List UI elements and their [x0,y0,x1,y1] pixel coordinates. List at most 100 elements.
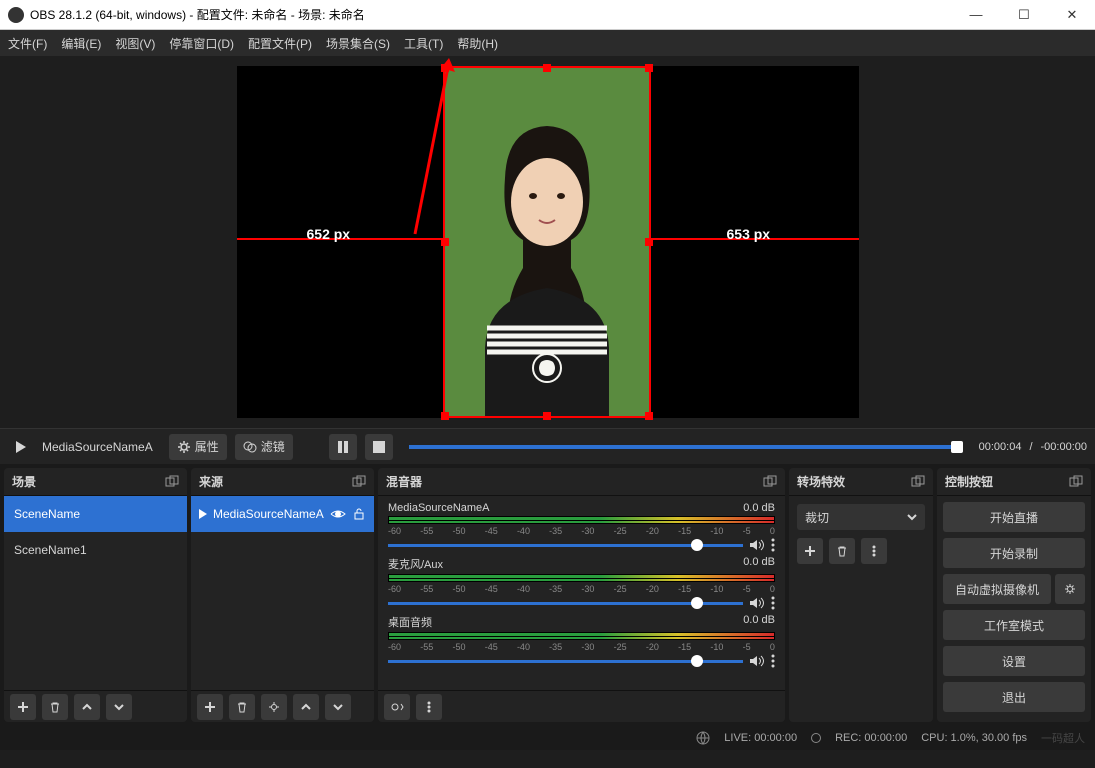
mixer-channel-db: 0.0 dB [743,556,775,572]
media-source-name: MediaSourceNameA [42,440,153,454]
dots-vertical-icon [427,701,431,713]
volume-slider[interactable] [388,602,743,605]
pause-icon [337,441,349,453]
visibility-icon[interactable] [330,506,346,522]
add-transition-button[interactable] [797,538,823,564]
scene-up-button[interactable] [74,694,100,720]
gear-menu-icon [390,701,404,713]
virtual-camera-button[interactable]: 自动虚拟摄像机 [943,574,1051,604]
window-title: OBS 28.1.2 (64-bit, windows) - 配置文件: 未命名… [30,6,961,23]
plus-icon [804,545,816,557]
mixer-menu-button[interactable] [416,694,442,720]
menu-scenes[interactable]: 场景集合(S) [326,35,390,52]
source-up-button[interactable] [293,694,319,720]
source-down-button[interactable] [325,694,351,720]
channel-menu-button[interactable] [771,654,775,668]
channel-menu-button[interactable] [771,538,775,552]
left-dimension-label: 652 px [307,226,351,242]
add-source-button[interactable] [197,694,223,720]
studio-mode-button[interactable]: 工作室模式 [943,610,1085,640]
volume-slider[interactable] [388,544,743,547]
status-rec: REC: 00:00:00 [835,732,907,744]
mixer-channel-db: 0.0 dB [743,502,775,514]
source-properties-button[interactable] [261,694,287,720]
vu-ticks: -60-55-50-45-40-35-30-25-20-15-10-50 [388,642,775,652]
start-streaming-button[interactable]: 开始直播 [943,502,1085,532]
dots-vertical-icon [872,545,876,557]
scene-item[interactable]: SceneName1 [4,532,187,568]
trash-icon [836,545,848,557]
source-item[interactable]: MediaSourceNameA [191,496,374,532]
filters-button[interactable]: 滤镜 [235,434,293,460]
media-source-icon [199,509,207,519]
exit-button[interactable]: 退出 [943,682,1085,712]
start-recording-button[interactable]: 开始录制 [943,538,1085,568]
virtual-camera-settings-button[interactable] [1055,574,1085,604]
settings-button[interactable]: 设置 [943,646,1085,676]
plus-icon [204,701,216,713]
remove-scene-button[interactable] [42,694,68,720]
menu-edit[interactable]: 编辑(E) [61,35,101,52]
transition-select[interactable]: 裁切 [797,504,925,530]
lock-icon[interactable] [352,507,366,521]
speaker-icon[interactable] [749,654,765,668]
menu-tools[interactable]: 工具(T) [404,35,443,52]
close-button[interactable]: ✕ [1057,7,1087,23]
speaker-icon[interactable] [749,538,765,552]
popout-icon[interactable] [352,475,366,489]
preview-canvas[interactable]: 652 px 653 px [0,56,1095,428]
menu-help[interactable]: 帮助(H) [457,35,498,52]
rec-indicator-icon [811,733,821,743]
menu-view[interactable]: 视图(V) [115,35,155,52]
remove-transition-button[interactable] [829,538,855,564]
transitions-title: 转场特效 [797,473,845,490]
vu-meter [388,516,775,524]
popout-icon[interactable] [1069,475,1083,489]
sources-title: 来源 [199,473,223,490]
annotation-arrow [407,58,457,238]
minimize-button[interactable]: — [961,7,991,23]
maximize-button[interactable]: ☐ [1009,7,1039,23]
right-dimension-label: 653 px [727,226,771,242]
transition-menu-button[interactable] [861,538,887,564]
popout-icon[interactable] [911,475,925,489]
chevron-up-icon [300,701,312,713]
media-pause-button[interactable] [329,434,357,460]
channel-menu-button[interactable] [771,596,775,610]
speaker-icon[interactable] [749,596,765,610]
mixer-channel-name: MediaSourceNameA [388,502,743,514]
popout-icon[interactable] [165,475,179,489]
mixer-channel-db: 0.0 dB [743,614,775,630]
selection-box[interactable] [443,66,651,418]
vu-meter [388,574,775,582]
media-stop-button[interactable] [365,434,393,460]
obs-logo-icon [8,7,24,23]
vu-meter [388,632,775,640]
mixer-settings-button[interactable] [384,694,410,720]
transition-selected-label: 裁切 [805,509,829,526]
media-sep: / [1029,441,1032,453]
chevron-down-icon [113,701,125,713]
mixer-title: 混音器 [386,473,422,490]
scene-down-button[interactable] [106,694,132,720]
popout-icon[interactable] [763,475,777,489]
menu-profile[interactable]: 配置文件(P) [248,35,312,52]
menu-dock[interactable]: 停靠窗口(D) [169,35,234,52]
menu-file[interactable]: 文件(F) [8,35,47,52]
scenes-title: 场景 [12,473,36,490]
media-remaining: -00:00:00 [1041,441,1087,453]
volume-slider[interactable] [388,660,743,663]
media-progress[interactable] [409,445,963,449]
gear-icon [177,440,191,454]
add-scene-button[interactable] [10,694,36,720]
stop-icon [373,441,385,453]
controls-title: 控制按钮 [945,473,993,490]
scene-item[interactable]: SceneName [4,496,187,532]
source-item-label: MediaSourceNameA [213,507,324,521]
properties-button[interactable]: 属性 [169,434,227,460]
remove-source-button[interactable] [229,694,255,720]
status-live: LIVE: 00:00:00 [724,732,797,744]
chevron-down-icon [907,512,917,522]
play-preview-button[interactable] [8,434,34,460]
plus-icon [17,701,29,713]
